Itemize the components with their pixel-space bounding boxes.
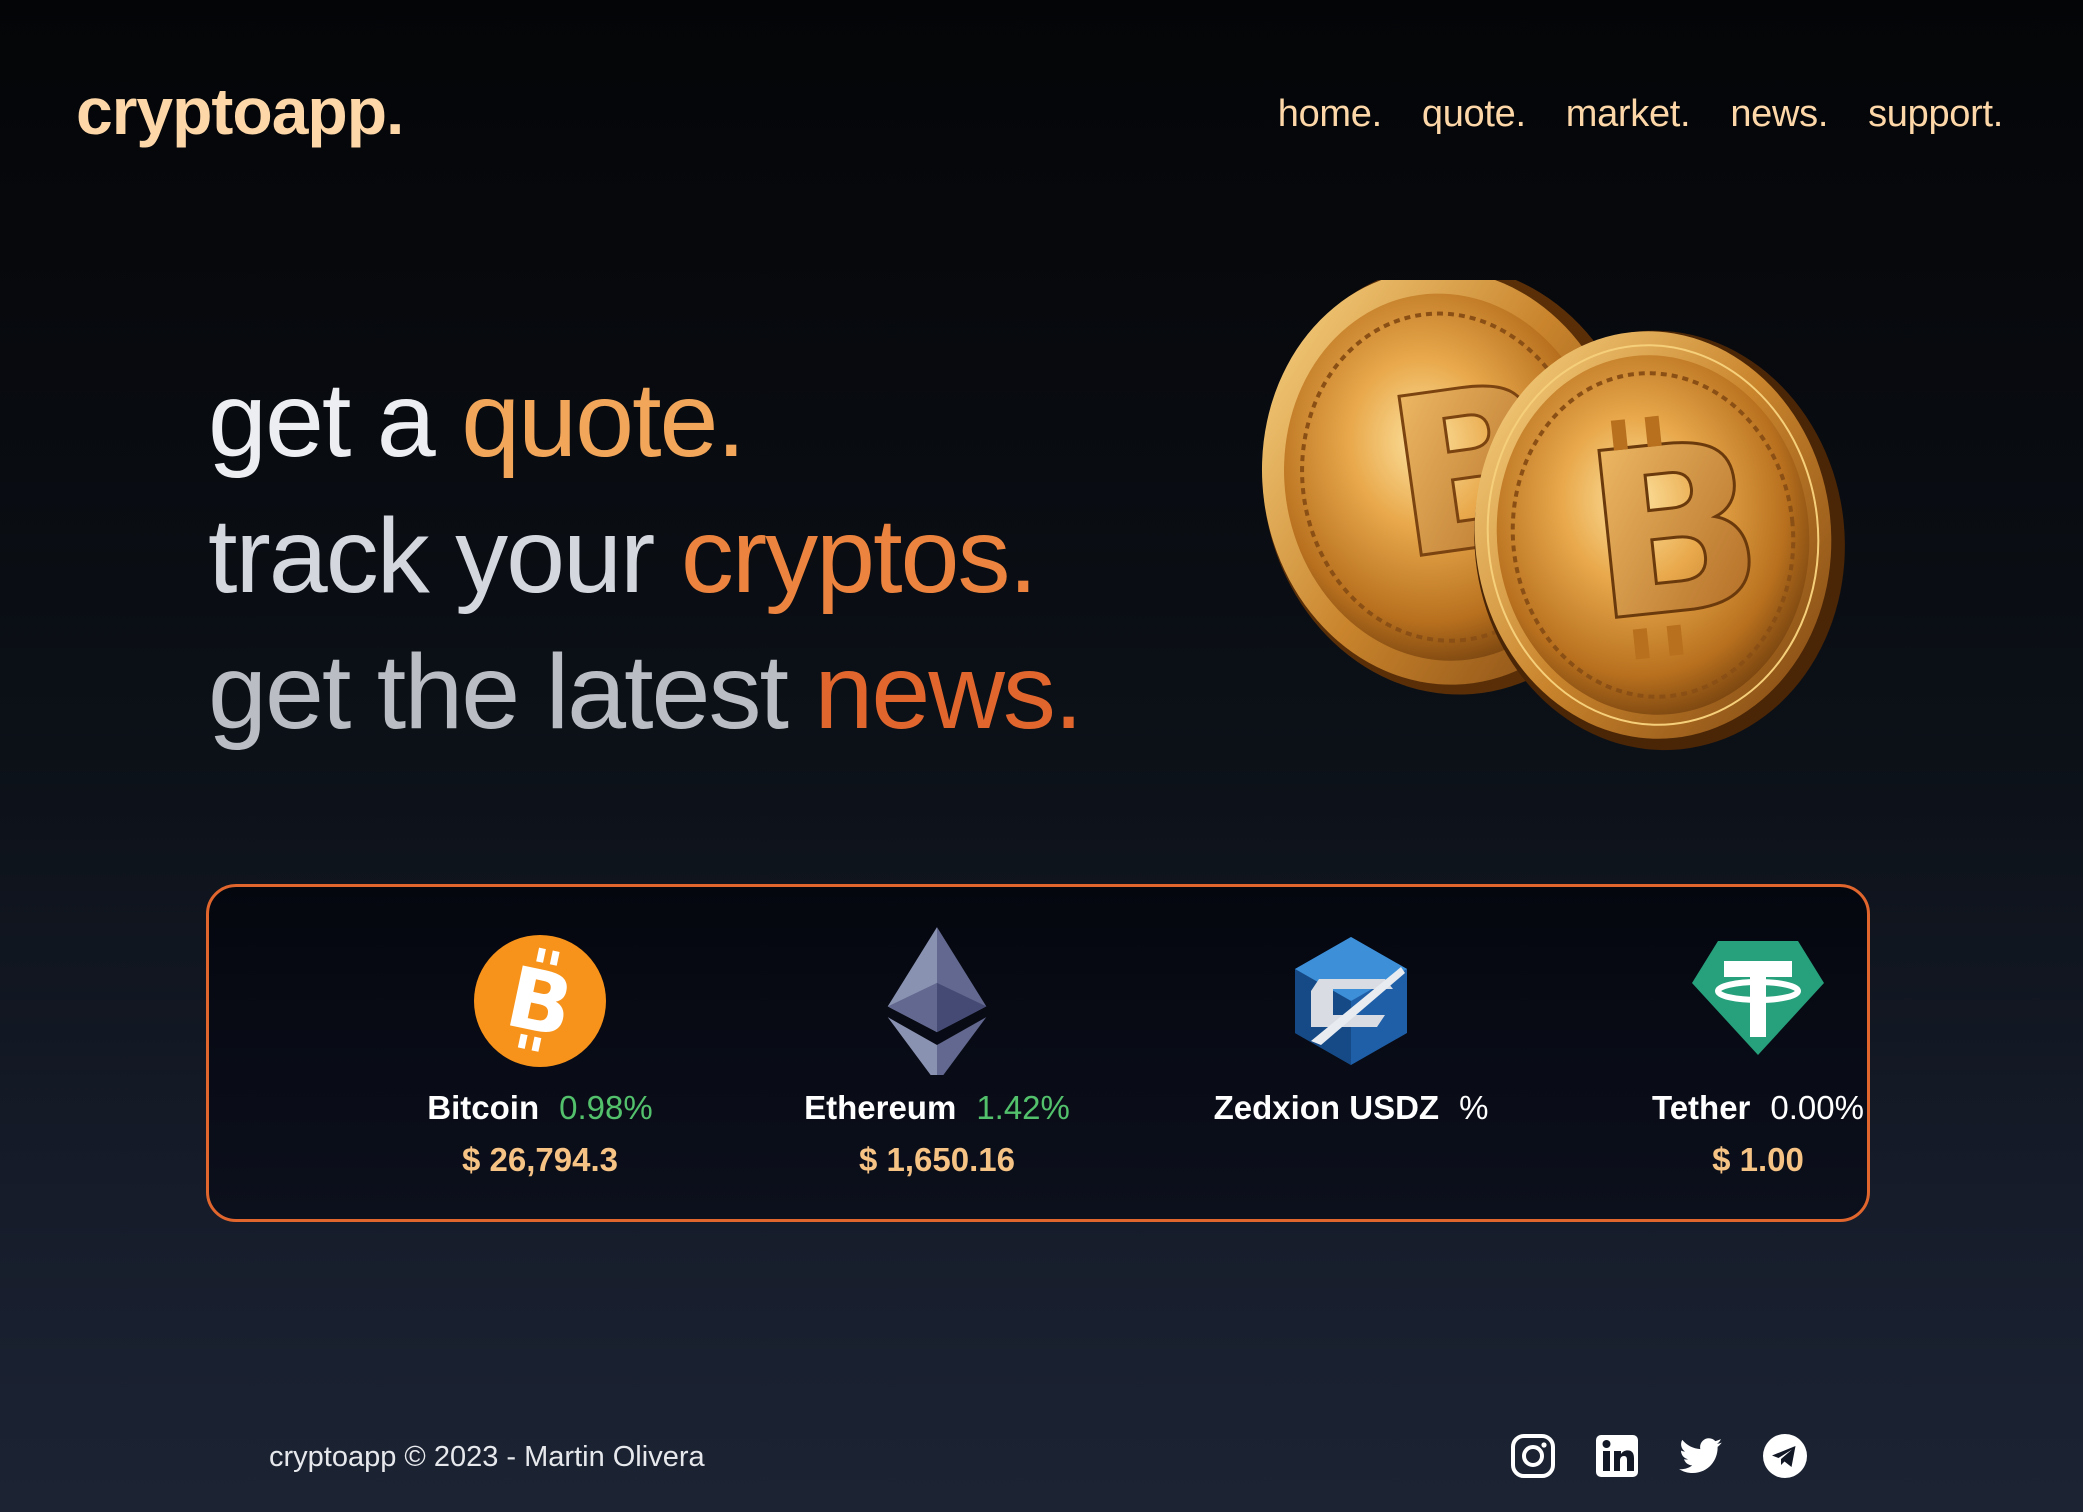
coin-change: 0.00%	[1770, 1089, 1864, 1126]
coin-name: Tether	[1652, 1089, 1751, 1126]
bitcoin-icon: B	[474, 935, 606, 1067]
twitter-icon[interactable]	[1678, 1433, 1724, 1479]
hero-line-1: get a quote.	[208, 361, 746, 479]
ethereum-icon	[887, 927, 987, 1075]
ticker-item-ethereum[interactable]: Ethereum 1.42% $ 1,650.16	[727, 927, 1147, 1179]
hero-line-2: track your cryptos.	[208, 497, 1038, 615]
coin-name: Bitcoin	[427, 1089, 540, 1126]
linkedin-icon[interactable]	[1594, 1433, 1640, 1479]
ticker-item-zedxion[interactable]: Zedxion USDZ%	[1141, 931, 1561, 1141]
crypto-ticker: B Bitcoin 0.98% $ 26,794.3 Ethereum 1.42…	[206, 884, 1870, 1222]
bitcoin-coins-illustration: B B	[1261, 280, 1845, 751]
coin-change: 1.42%	[976, 1089, 1070, 1126]
hero-line-3: get the latest news.	[208, 633, 1083, 751]
coin-change: %	[1459, 1089, 1489, 1126]
coin-price: $ 1,650.16	[859, 1141, 1015, 1178]
social-links	[1510, 1433, 1808, 1479]
telegram-icon[interactable]	[1762, 1433, 1808, 1479]
coin-price: $ 26,794.3	[462, 1141, 618, 1178]
page: cryptoapp. home. quote. market. news. su…	[0, 0, 2083, 1512]
instagram-icon[interactable]	[1510, 1433, 1556, 1479]
coin-name: Zedxion USDZ	[1213, 1089, 1440, 1126]
zedxion-icon	[1295, 937, 1407, 1065]
nav-quote[interactable]: quote.	[1422, 95, 1526, 133]
ticker-item-bitcoin[interactable]: B Bitcoin 0.98% $ 26,794.3	[330, 931, 750, 1179]
nav-home[interactable]: home.	[1278, 95, 1382, 133]
tether-icon	[1692, 941, 1824, 1055]
ticker-item-tether[interactable]: Tether 0.00% $ 1.00	[1548, 931, 1968, 1179]
coin-name: Ethereum	[804, 1089, 957, 1126]
main-nav: home. quote. market. news. support.	[1278, 95, 2004, 133]
coin-change: 0.98%	[559, 1089, 653, 1126]
logo[interactable]: cryptoapp.	[76, 78, 404, 144]
coin-price: $ 1.00	[1712, 1141, 1804, 1178]
nav-news[interactable]: news.	[1730, 95, 1828, 133]
hero-headline: get a quote. track your cryptos. get the…	[208, 352, 1083, 760]
nav-support[interactable]: support.	[1868, 95, 2003, 133]
nav-market[interactable]: market.	[1566, 95, 1691, 133]
footer-copyright: cryptoapp © 2023 - Martin Olivera	[269, 1441, 705, 1473]
